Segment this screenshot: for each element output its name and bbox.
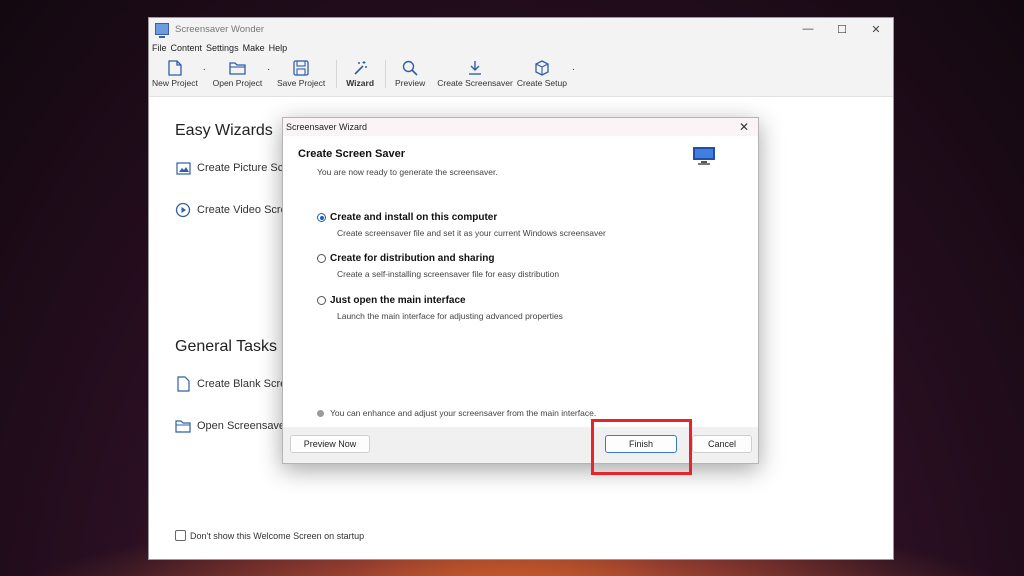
window-controls: — ☐ ✕	[791, 18, 893, 40]
create-picture-screensaver-link[interactable]: Create Picture Scr	[175, 160, 287, 176]
menu-settings[interactable]: Settings	[206, 43, 239, 53]
dialog-note-text: You can enhance and adjust your screensa…	[330, 408, 597, 418]
toolbar-dropdown-dot[interactable]: .	[267, 62, 270, 73]
option-open-interface[interactable]: Just open the main interface Launch the …	[317, 295, 563, 321]
dialog-note: You can enhance and adjust your screensa…	[317, 408, 596, 418]
title-bar: Screensaver Wonder — ☐ ✕	[149, 18, 893, 40]
create-screensaver-label: Create Screensaver	[437, 78, 513, 88]
open-project-label: Open Project	[212, 78, 263, 88]
open-screensaver-label: Open Screensaver	[197, 420, 289, 432]
toolbar-separator	[336, 60, 338, 88]
startup-checkbox-label[interactable]: Don't show this Welcome Screen on startu…	[190, 531, 364, 541]
open-project-button[interactable]: Open Project	[212, 56, 264, 90]
cancel-button[interactable]: Cancel	[692, 435, 752, 453]
picture-icon	[175, 160, 191, 176]
open-screensaver-link[interactable]: Open Screensaver	[175, 418, 289, 434]
wizard-label: Wizard	[346, 78, 375, 88]
option-open-interface-desc: Launch the main interface for adjusting …	[337, 311, 563, 321]
finish-highlight-box	[591, 419, 692, 475]
option-distribution[interactable]: Create for distribution and sharing Crea…	[317, 253, 559, 279]
create-setup-button[interactable]: Create Setup	[516, 56, 568, 90]
dialog-heading: Create Screen Saver	[298, 148, 406, 160]
app-monitor-icon	[155, 23, 169, 38]
menu-bar: File Content Settings Make Help	[149, 40, 893, 56]
package-icon	[534, 58, 550, 78]
magic-wand-icon	[352, 58, 368, 78]
create-video-screensaver-link[interactable]: Create Video Scre	[175, 202, 287, 218]
startup-checkbox[interactable]	[175, 530, 186, 541]
save-icon	[293, 58, 309, 78]
menu-help[interactable]: Help	[269, 43, 288, 53]
screensaver-wizard-dialog: Screensaver Wizard ✕ Create Screen Saver…	[282, 117, 759, 464]
option-create-install-desc: Create screensaver file and set it as yo…	[337, 228, 606, 238]
minimize-button[interactable]: —	[791, 18, 825, 40]
toolbar-dropdown-dot[interactable]: .	[203, 62, 206, 73]
radio-open-interface[interactable]	[317, 296, 326, 305]
info-icon	[317, 409, 324, 417]
new-project-button[interactable]: New Project	[151, 56, 199, 90]
menu-file[interactable]: File	[152, 43, 167, 53]
blank-file-icon	[175, 376, 191, 392]
new-project-label: New Project	[152, 78, 198, 88]
wizard-button[interactable]: Wizard	[345, 56, 375, 90]
magnifier-icon	[402, 58, 418, 78]
dialog-close-button[interactable]: ✕	[730, 120, 758, 134]
create-video-label: Create Video Scre	[197, 204, 287, 216]
toolbar: New Project . Open Project . Save Projec…	[149, 56, 893, 97]
dialog-subtitle: You are now ready to generate the screen…	[317, 167, 498, 177]
option-distribution-desc: Create a self-installing screensaver fil…	[337, 269, 560, 279]
easy-wizards-title: Easy Wizards	[175, 122, 273, 139]
play-circle-icon	[175, 202, 191, 218]
general-tasks-title: General Tasks	[175, 338, 277, 355]
dialog-title-bar: Screensaver Wizard ✕	[283, 118, 758, 136]
startup-option: Don't show this Welcome Screen on startu…	[175, 530, 364, 541]
dialog-title: Screensaver Wizard	[286, 122, 368, 132]
close-button[interactable]: ✕	[859, 18, 893, 40]
window-title: Screensaver Wonder	[175, 23, 265, 35]
menu-make[interactable]: Make	[243, 43, 265, 53]
create-blank-screensaver-link[interactable]: Create Blank Scre	[175, 376, 286, 392]
save-project-button[interactable]: Save Project	[276, 56, 326, 90]
save-project-label: Save Project	[277, 78, 326, 88]
create-screensaver-button[interactable]: Create Screensaver	[436, 56, 514, 90]
folder-icon	[229, 58, 246, 78]
toolbar-separator	[385, 60, 387, 88]
menu-content[interactable]: Content	[171, 43, 203, 53]
monitor-icon	[693, 147, 715, 165]
radio-distribution[interactable]	[317, 254, 326, 263]
download-icon	[468, 58, 482, 78]
option-distribution-label[interactable]: Create for distribution and sharing	[330, 253, 494, 264]
preview-label: Preview	[395, 78, 426, 88]
create-setup-label: Create Setup	[516, 78, 567, 88]
folder-icon	[175, 418, 191, 434]
create-blank-label: Create Blank Scre	[197, 378, 287, 390]
option-open-interface-label[interactable]: Just open the main interface	[330, 295, 466, 306]
maximize-button[interactable]: ☐	[825, 18, 859, 40]
option-create-install-label[interactable]: Create and install on this computer	[330, 212, 497, 223]
radio-create-install[interactable]	[317, 213, 326, 222]
dialog-body: Create Screen Saver You are now ready to…	[283, 136, 758, 427]
preview-now-button[interactable]: Preview Now	[290, 435, 370, 453]
create-picture-label: Create Picture Scr	[197, 162, 287, 174]
new-file-icon	[168, 58, 182, 78]
toolbar-dropdown-dot[interactable]: .	[572, 62, 575, 73]
preview-button[interactable]: Preview	[394, 56, 426, 90]
option-create-install[interactable]: Create and install on this computer Crea…	[317, 212, 606, 238]
